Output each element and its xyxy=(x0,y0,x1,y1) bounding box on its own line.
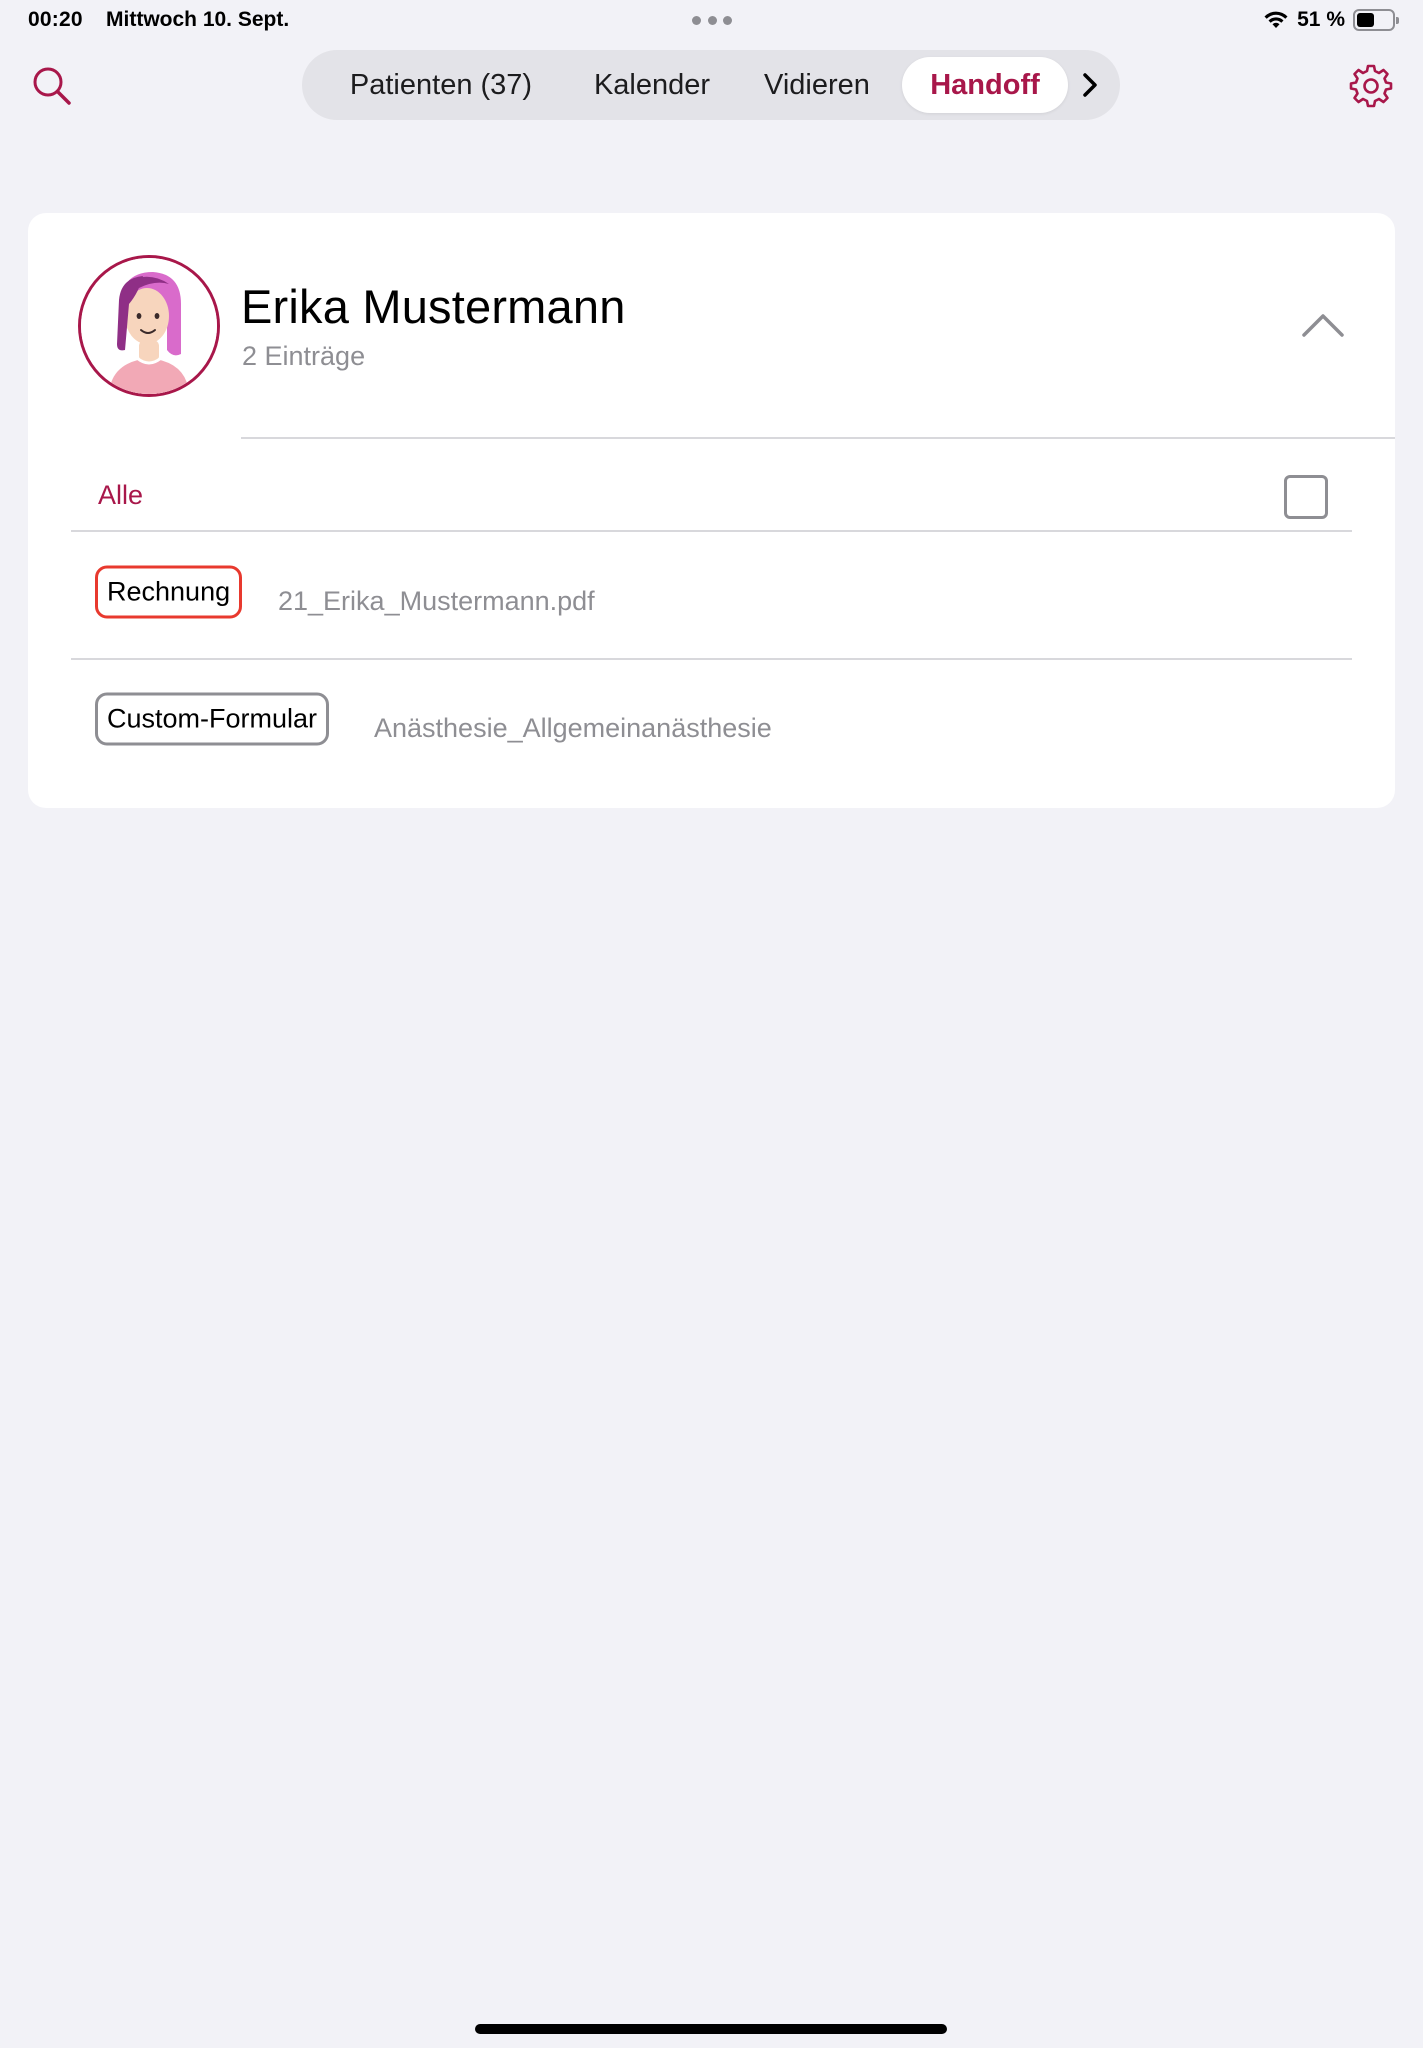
list-item[interactable]: Custom-Formular Anästhesie_Allgemeinanäs… xyxy=(28,660,1395,787)
status-bar: 00:20 Mittwoch 10. Sept. 51 % xyxy=(0,0,1423,42)
gear-icon xyxy=(1349,64,1393,108)
multitasking-dots-icon[interactable] xyxy=(692,16,732,26)
main-tabs: Patienten (37) Kalender Vidieren Handoff xyxy=(302,50,1120,120)
status-time: 00:20 xyxy=(28,8,83,31)
select-all-checkbox[interactable] xyxy=(1284,475,1328,519)
list-item[interactable]: Rechnung 21_Erika_Mustermann.pdf xyxy=(28,532,1395,659)
patient-card: Erika Mustermann 2 Einträge Alle Rechnun… xyxy=(28,213,1395,808)
document-filename: Anästhesie_Allgemeinanästhesie xyxy=(374,713,772,743)
avatar-illustration xyxy=(81,258,217,394)
battery-percent: 51 % xyxy=(1297,8,1345,31)
status-right: 51 % xyxy=(1263,8,1399,32)
search-icon xyxy=(33,67,71,105)
patient-name: Erika Mustermann xyxy=(241,280,626,333)
settings-button[interactable] xyxy=(1349,64,1393,108)
collapse-button[interactable] xyxy=(1298,305,1348,345)
tab-vidieren[interactable]: Vidieren xyxy=(732,57,902,113)
document-tag: Custom-Formular xyxy=(95,692,330,746)
battery-icon xyxy=(1353,9,1399,31)
document-tag: Rechnung xyxy=(95,565,243,619)
select-all-label[interactable]: Alle xyxy=(98,480,143,511)
patient-entries-count: 2 Einträge xyxy=(242,341,366,371)
chevron-up-icon xyxy=(1302,314,1344,337)
tab-kalender[interactable]: Kalender xyxy=(572,57,732,113)
tabs-more-button[interactable] xyxy=(1068,57,1112,113)
chevron-right-icon xyxy=(1083,73,1097,97)
divider xyxy=(241,437,1395,439)
tab-patienten[interactable]: Patienten (37) xyxy=(310,57,572,113)
document-filename: 21_Erika_Mustermann.pdf xyxy=(278,586,595,616)
wifi-icon xyxy=(1264,11,1288,28)
patient-avatar xyxy=(78,255,220,397)
tab-handoff[interactable]: Handoff xyxy=(902,57,1068,113)
home-indicator[interactable] xyxy=(475,2024,947,2034)
status-date: Mittwoch 10. Sept. xyxy=(106,8,290,31)
search-button[interactable] xyxy=(30,64,74,108)
